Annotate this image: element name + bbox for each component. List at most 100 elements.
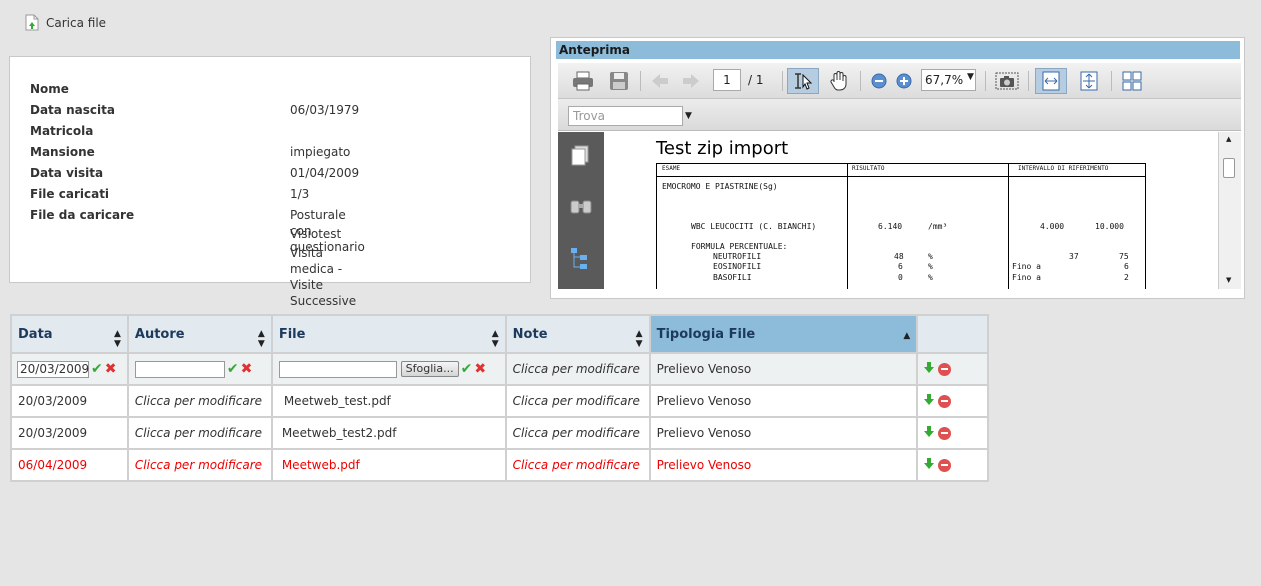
scroll-up-icon[interactable]: ▲	[1226, 135, 1231, 143]
info-label: File da caricare	[30, 208, 135, 222]
upload-file-link[interactable]: Carica file	[25, 14, 106, 31]
pdf-page: Test zip import ESAME RISULTATO INTERVAL…	[604, 132, 1218, 289]
confirm-icon[interactable]: ✔	[461, 361, 473, 377]
info-label: Nome	[30, 82, 69, 96]
download-icon[interactable]	[924, 394, 935, 408]
select-text-icon[interactable]	[787, 68, 819, 94]
cell-date: 06/04/2009	[10, 448, 129, 482]
col-header-label: Autore	[134, 326, 185, 342]
info-row-mansione: Mansione impiegato	[30, 144, 350, 160]
cancel-icon[interactable]: ✖	[105, 361, 117, 377]
col-header-label: Data	[18, 326, 53, 342]
cancel-icon[interactable]: ✖	[241, 361, 253, 377]
table-row: 20/03/2009 Clicca per modificare Meetweb…	[10, 384, 989, 418]
sort-icon: ▲ ▼	[257, 329, 265, 349]
find-toolbar: Trova ▼	[558, 99, 1241, 131]
confirm-icon[interactable]: ✔	[227, 361, 239, 377]
cell-file-edit: Sfoglia... ✔ ✖	[270, 352, 507, 386]
date-input[interactable]: 20/03/2009	[17, 360, 89, 378]
preview-panel: Anteprima 1 / 1 67,7% ▼ Trova ▼ Test zip…	[550, 37, 1245, 299]
snapshot-icon[interactable]	[993, 68, 1021, 94]
doc-row-prefix: Fino a	[1012, 273, 1041, 282]
table-row-edit: 20/03/2009 ✔ ✖ ✔ ✖ Sfoglia... ✔ ✖ Clicca per …	[10, 352, 989, 386]
col-header-tipologia[interactable]: Tipologia File ▲	[648, 314, 919, 354]
file-input[interactable]	[278, 360, 397, 378]
info-value: impiegato	[290, 145, 351, 159]
cell-note[interactable]: Clicca per modificare	[504, 448, 651, 482]
info-row-matricola: Matricola	[30, 123, 93, 139]
info-label: Matricola	[30, 124, 94, 138]
page-layout-icon[interactable]	[1118, 68, 1146, 94]
hand-tool-icon[interactable]	[825, 68, 853, 94]
remove-icon[interactable]	[938, 394, 952, 408]
pdf-scrollbar[interactable]: ▲ ▼	[1218, 132, 1241, 289]
sort-icon: ▲ ▼	[113, 329, 121, 349]
download-icon[interactable]	[924, 362, 935, 376]
cell-file: Meetweb_test.pdf	[270, 384, 507, 418]
info-row-nome: Nome	[30, 81, 69, 97]
cell-actions	[916, 416, 989, 450]
cell-type: Prelievo Venoso	[648, 384, 919, 418]
doc-wbc-min: 4.000	[1040, 222, 1065, 231]
attachments-icon[interactable]	[570, 197, 592, 218]
browse-button[interactable]: Sfoglia...	[400, 361, 459, 377]
download-icon[interactable]	[924, 426, 935, 440]
info-label: Mansione	[30, 145, 95, 159]
col-header-file[interactable]: File ▲ ▼	[270, 314, 507, 354]
info-label: Data nascita	[30, 103, 115, 117]
remove-icon[interactable]	[938, 426, 952, 440]
info-label: Data visita	[30, 166, 104, 180]
cancel-icon[interactable]: ✖	[474, 361, 486, 377]
employee-info-panel: Nome Data nascita 06/03/1979 Matricola Ma…	[9, 56, 531, 308]
zoom-dropdown-icon[interactable]: ▼	[967, 72, 974, 82]
find-dropdown-icon[interactable]: ▼	[685, 111, 692, 121]
bookmarks-icon[interactable]	[570, 247, 590, 274]
doc-title: Test zip import	[656, 138, 789, 159]
doc-row-name: NEUTROFILI	[713, 252, 762, 261]
doc-row-value: 0	[898, 273, 903, 282]
prev-page-icon[interactable]	[646, 68, 674, 94]
cell-actions	[916, 448, 989, 482]
col-header-label: File	[278, 326, 306, 342]
cell-type: Prelievo Venoso	[648, 416, 919, 450]
cell-author[interactable]: Clicca per modificare	[126, 416, 273, 450]
next-page-icon[interactable]	[677, 68, 705, 94]
confirm-icon[interactable]: ✔	[91, 361, 103, 377]
cell-type: Prelievo Venoso	[648, 448, 919, 482]
col-header-data[interactable]: Data ▲ ▼	[10, 314, 129, 354]
page-number-input[interactable]: 1	[713, 69, 741, 91]
scroll-thumb[interactable]	[1223, 158, 1235, 178]
doc-row-name: BASOFILI	[713, 273, 752, 282]
download-icon[interactable]	[924, 458, 935, 472]
remove-icon[interactable]	[938, 362, 952, 376]
cell-author[interactable]: Clicca per modificare	[126, 448, 273, 482]
print-icon[interactable]	[569, 68, 597, 94]
preview-title: Anteprima	[556, 41, 1240, 59]
cell-author[interactable]: Clicca per modificare	[126, 384, 273, 418]
remove-icon[interactable]	[938, 458, 952, 472]
upload-file-label: Carica file	[46, 15, 107, 30]
info-row-visit-date: Data visita 01/04/2009	[30, 165, 359, 181]
zoom-out-icon[interactable]	[865, 68, 893, 94]
info-value: 01/04/2009	[290, 166, 360, 180]
cell-note[interactable]: Clicca per modificare	[504, 384, 651, 418]
doc-row-unit: %	[928, 262, 933, 271]
cell-date-edit: 20/03/2009 ✔ ✖	[10, 352, 129, 386]
cell-note[interactable]: Clicca per modificare	[504, 352, 651, 386]
info-row-files-uploaded: File caricati 1/3	[30, 186, 309, 202]
col-header-autore[interactable]: Autore ▲ ▼	[126, 314, 273, 354]
doc-row-value: 48	[894, 252, 904, 261]
author-input[interactable]	[134, 360, 225, 378]
find-input[interactable]: Trova	[568, 106, 683, 126]
scroll-down-icon[interactable]: ▼	[1226, 276, 1231, 284]
fit-page-icon[interactable]	[1075, 68, 1103, 94]
pages-icon[interactable]	[570, 145, 590, 170]
doc-row-unit: %	[928, 273, 933, 282]
cell-note[interactable]: Clicca per modificare	[504, 416, 651, 450]
save-icon[interactable]	[605, 68, 633, 94]
doc-row-max: 75	[1119, 252, 1129, 261]
fit-width-icon[interactable]	[1035, 68, 1067, 94]
col-header-note[interactable]: Note ▲ ▼	[504, 314, 651, 354]
sort-asc-icon: ▲	[903, 331, 911, 341]
zoom-in-icon[interactable]	[890, 68, 918, 94]
